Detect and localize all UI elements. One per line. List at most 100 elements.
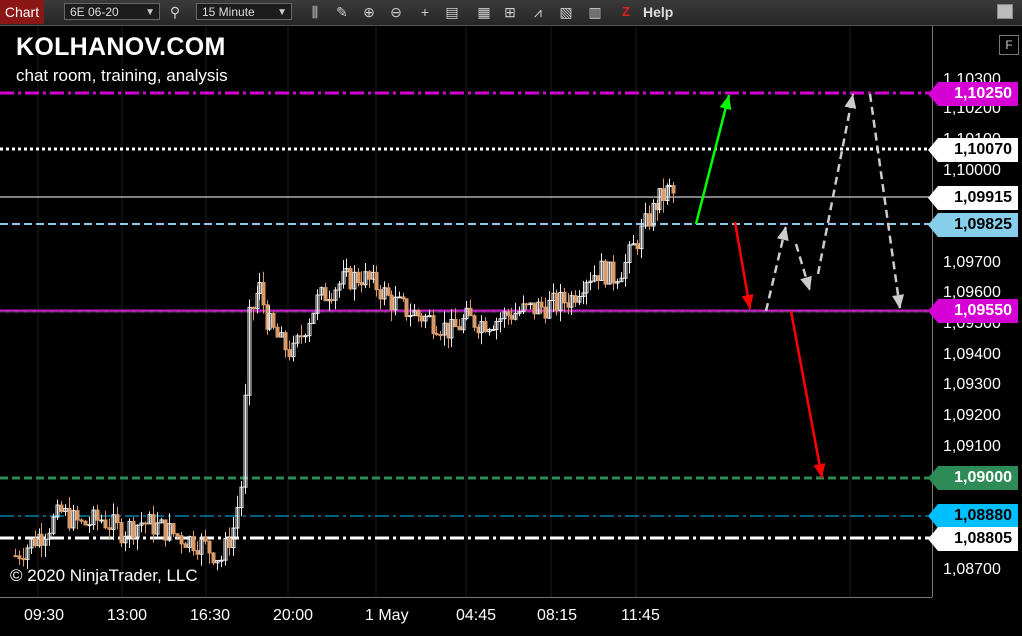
candle-body (472, 315, 477, 328)
candle-body (67, 507, 72, 529)
drawing-tools-icon[interactable]: ⩘ (529, 3, 547, 21)
candle-body (183, 543, 188, 548)
candle-body (367, 271, 372, 280)
candle-body (203, 537, 208, 542)
instrument-selector[interactable]: 6E 06-20 ▼ (64, 3, 160, 20)
data-box-icon[interactable]: ▤ (443, 3, 461, 21)
candle-body (59, 504, 64, 513)
template-icon[interactable]: ▧ (557, 3, 575, 21)
time-axis[interactable]: 09:30 13:00 16:30 20:00 1 May 04:45 08:1… (0, 597, 932, 636)
price-tick: 1,09100 (943, 438, 1001, 455)
candle-body (453, 318, 458, 328)
candle-body (163, 519, 168, 541)
candle-body (667, 184, 672, 187)
candle-body (211, 552, 216, 564)
candle-body (275, 326, 280, 338)
time-label: 1 May (365, 607, 409, 624)
zoom-in-icon[interactable]: ⊕ (360, 3, 378, 21)
candle-body (323, 287, 328, 302)
fullscreen-toggle-button[interactable]: F (999, 35, 1019, 55)
green-arrow (694, 94, 731, 225)
gray-dashed-arrow-head (800, 275, 812, 291)
help-menu[interactable]: Help (643, 3, 673, 21)
price-level-tag: 1,09915 (928, 186, 1018, 210)
search-icon[interactable]: ⚲ (166, 3, 184, 21)
price-chart-plot[interactable] (0, 26, 932, 597)
candle-body (397, 296, 402, 299)
time-label: 09:30 (24, 607, 65, 624)
candle-body (506, 311, 511, 316)
candle-body (143, 522, 148, 525)
bar-style-icon[interactable]: ⫼ (306, 3, 324, 21)
maximize-button[interactable] (997, 4, 1013, 19)
candle-body (261, 282, 266, 306)
candle-body (408, 315, 413, 318)
candle-body (427, 315, 432, 318)
zoom-out-icon[interactable]: ⊖ (387, 3, 405, 21)
candle-body (416, 310, 421, 317)
candle-body (671, 184, 676, 194)
candle-body (175, 533, 180, 537)
candle-body (524, 303, 529, 306)
interval-selector[interactable]: 15 Minute ▼ (196, 3, 292, 20)
candle-body (271, 312, 276, 328)
gray-dashed-arrow-head (776, 226, 789, 242)
draw-pencil-icon[interactable]: ✎ (333, 3, 351, 21)
candle-body (359, 282, 364, 286)
candle-body (17, 555, 22, 560)
candle-body (603, 260, 608, 285)
price-level-tag: 1,08880 (928, 504, 1018, 528)
candle-body (13, 555, 18, 558)
price-tick: 1,08700 (943, 561, 1001, 578)
candle-body (95, 509, 100, 521)
candle-body (227, 538, 232, 549)
candle-body (539, 301, 544, 308)
price-tick: 1,09300 (943, 376, 1001, 393)
candle-body (386, 287, 391, 296)
price-tick: 1,09400 (943, 346, 1001, 363)
chevron-down-icon: ▼ (145, 7, 155, 18)
strategies-icon[interactable]: ⊞ (501, 3, 519, 21)
candle-body (171, 523, 176, 535)
candle-body (374, 271, 379, 291)
indicators-icon[interactable]: ▦ (475, 3, 493, 21)
candle-body (378, 289, 383, 300)
candle-body (509, 314, 514, 320)
candle-body (647, 213, 652, 227)
candle-body (457, 326, 462, 331)
price-level-tag: 1,10250 (928, 82, 1018, 106)
candle-body (431, 315, 436, 334)
candle-body (348, 268, 353, 290)
candle-body (329, 299, 334, 302)
gray-dashed-arrow (816, 93, 855, 275)
candle-body (635, 243, 640, 250)
time-label: 16:30 (190, 607, 231, 624)
price-tick: 1,10000 (943, 162, 1001, 179)
candle-body (283, 332, 288, 351)
candle-body (661, 188, 666, 202)
crosshair-icon[interactable]: + (416, 3, 434, 21)
price-tick: 1,09700 (943, 254, 1001, 271)
candle-body (389, 294, 394, 311)
price-tick: 1,09200 (943, 407, 1001, 424)
candle-body (404, 298, 409, 317)
candle-body (83, 520, 88, 526)
price-level-tag: 1,09825 (928, 213, 1018, 237)
candle-body (554, 292, 559, 312)
candle-body (543, 306, 548, 319)
chart-tab[interactable]: Chart (0, 0, 44, 24)
interval-value: 15 Minute (202, 5, 255, 19)
copyright-text: © 2020 NinjaTrader, LLC (10, 566, 198, 585)
z-order-icon[interactable]: Z (618, 3, 634, 21)
red-arrow-head (741, 294, 754, 309)
price-level-tag: 1,09550 (928, 299, 1018, 323)
red-arrow-head (813, 463, 826, 478)
candle-body (79, 519, 84, 522)
candle-body (179, 535, 184, 545)
candle-body (103, 519, 108, 529)
candle-body (75, 510, 80, 521)
price-level-tag: 1,09000 (928, 466, 1018, 490)
properties-icon[interactable]: ▥ (586, 3, 604, 21)
candle-body (611, 261, 616, 284)
candle-body (151, 514, 156, 535)
